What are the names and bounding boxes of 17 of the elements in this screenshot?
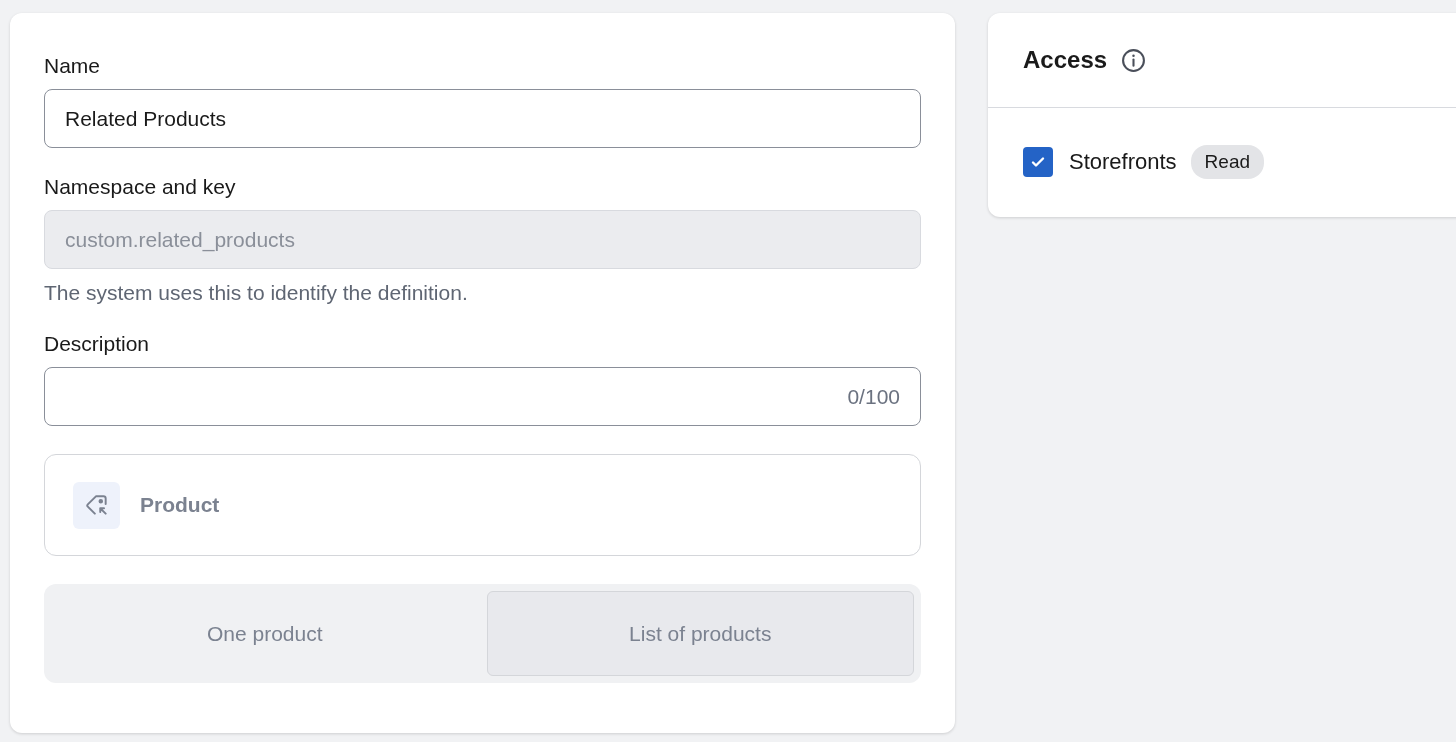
checkmark-icon <box>1030 154 1046 170</box>
info-icon[interactable] <box>1121 47 1147 73</box>
type-name: Product <box>140 493 220 517</box>
segment-option[interactable]: One product <box>51 591 479 676</box>
field-label: Name <box>44 53 101 79</box>
tag-icon <box>73 481 120 529</box>
permission-tag: Read <box>1190 145 1265 179</box>
description-input-field[interactable]: 0/100 <box>44 367 921 426</box>
checkbox[interactable] <box>1023 147 1053 177</box>
character-counter: 0/100 <box>847 384 900 409</box>
segment-option[interactable]: List of products <box>486 591 914 676</box>
name-input-field[interactable]: Related Products <box>44 89 921 148</box>
section-title: Access <box>1023 46 1108 74</box>
field-label: Namespace and key <box>44 174 236 200</box>
field-label: Description <box>44 331 150 357</box>
checkbox-label: Storefronts <box>1069 149 1177 175</box>
help-text: The system uses this to identify the definition. <box>44 281 468 305</box>
